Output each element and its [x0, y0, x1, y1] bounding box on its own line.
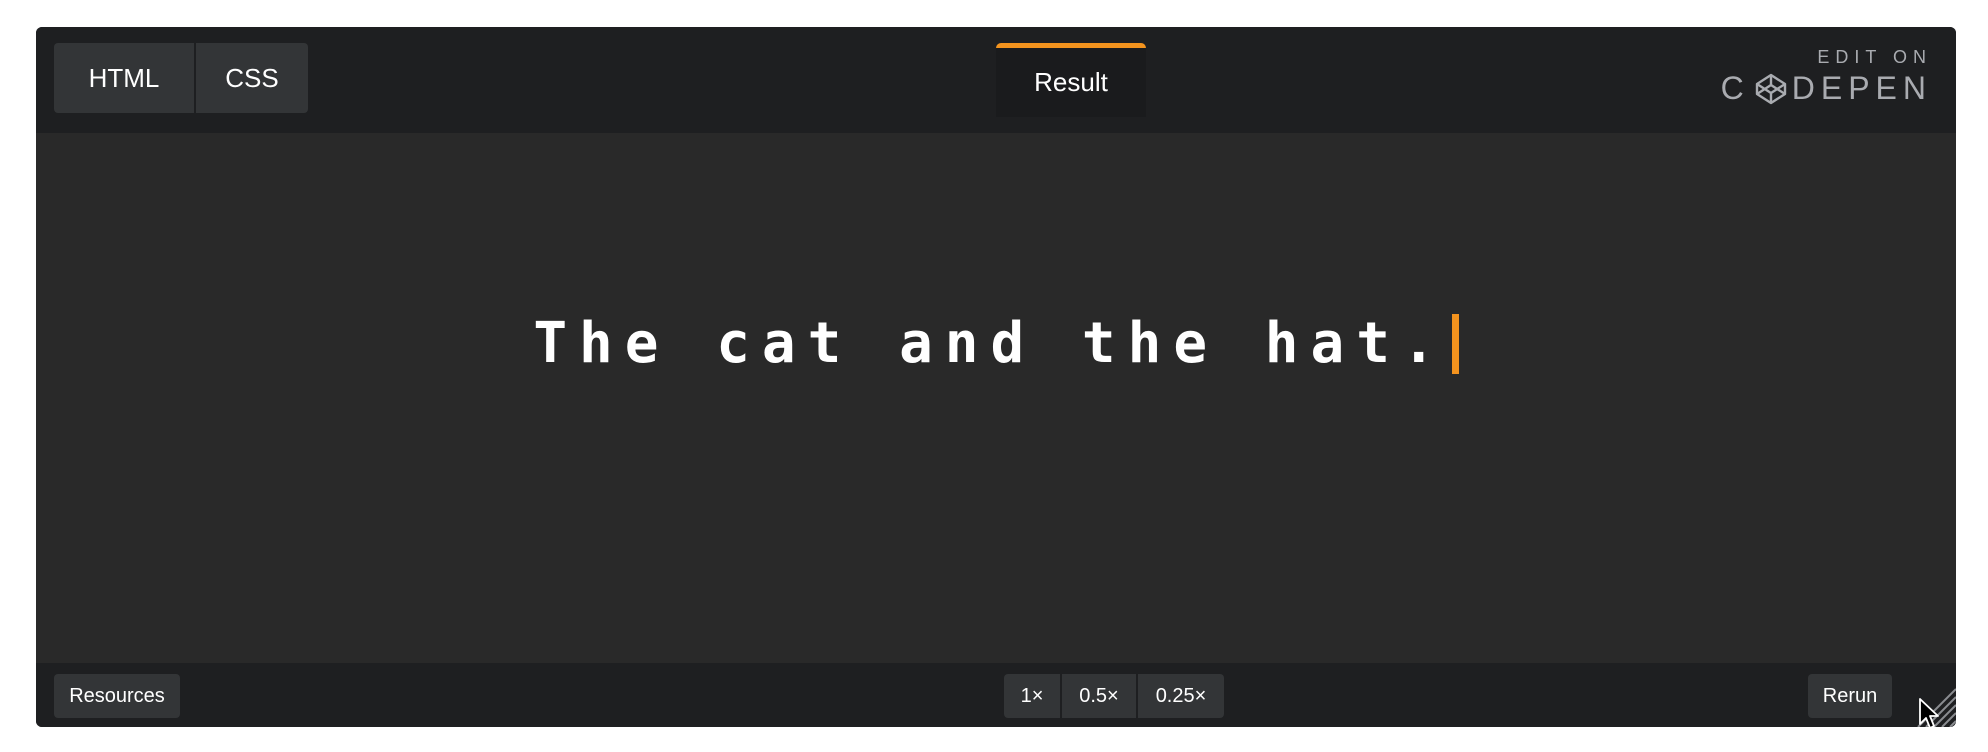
- editor-tabs: HTML CSS: [54, 43, 308, 113]
- tab-css[interactable]: CSS: [196, 43, 308, 113]
- zoom-0-5x-button[interactable]: 0.5×: [1062, 674, 1136, 718]
- rerun-button[interactable]: Rerun: [1808, 674, 1892, 718]
- zoom-controls: 1× 0.5× 0.25×: [1004, 674, 1224, 718]
- typed-text: The cat and the hat.: [533, 311, 1448, 376]
- typewriter-line: The cat and the hat.: [36, 311, 1956, 376]
- codepen-cube-icon: [1755, 73, 1786, 104]
- bottom-bar: Resources 1× 0.5× 0.25× Rerun: [36, 663, 1956, 727]
- edit-on-codepen-link[interactable]: EDIT ON C DEPEN: [1721, 47, 1932, 107]
- codepen-logo: C DEPEN: [1721, 70, 1932, 107]
- logo-letter-c: C: [1720, 70, 1750, 106]
- tab-result[interactable]: Result: [996, 43, 1146, 117]
- mouse-pointer-icon: [1919, 698, 1939, 729]
- top-bar: HTML CSS Result EDIT ON C DEPEN: [36, 27, 1956, 133]
- result-preview: The cat and the hat.: [36, 133, 1956, 663]
- codepen-embed: HTML CSS Result EDIT ON C DEPEN The cat …: [36, 27, 1956, 727]
- zoom-0-25x-button[interactable]: 0.25×: [1138, 674, 1224, 718]
- edit-on-label: EDIT ON: [1817, 47, 1932, 67]
- resources-button[interactable]: Resources: [54, 674, 180, 718]
- zoom-1x-button[interactable]: 1×: [1004, 674, 1060, 718]
- text-caret: [1451, 313, 1459, 374]
- logo-letters: DEPEN: [1791, 70, 1932, 106]
- tab-html[interactable]: HTML: [54, 43, 194, 113]
